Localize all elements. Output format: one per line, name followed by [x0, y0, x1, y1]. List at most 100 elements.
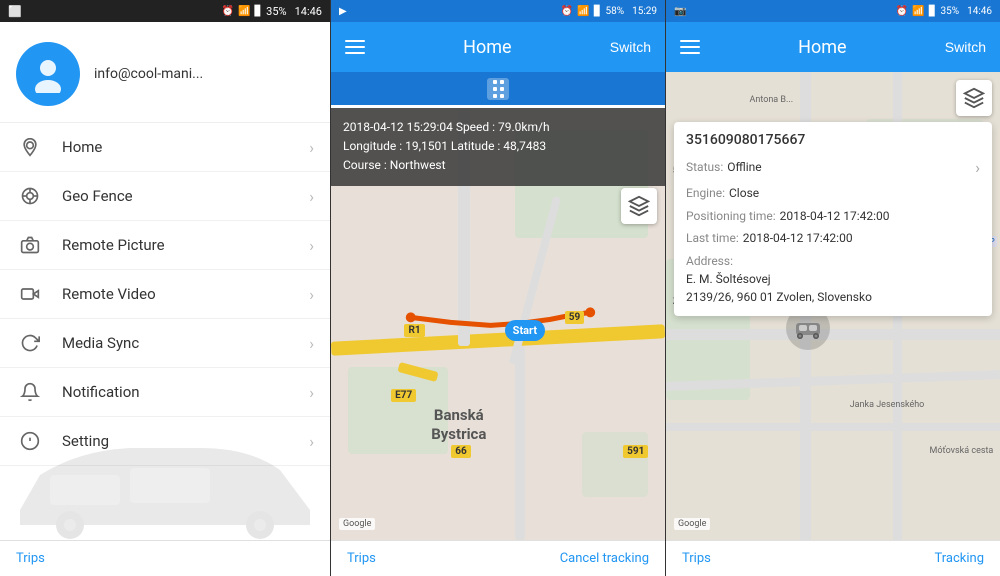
switch-button-3[interactable]: Switch — [945, 39, 986, 55]
time-3: 14:46 — [967, 6, 992, 17]
switch-button-2[interactable]: Switch — [610, 39, 651, 55]
status-bar-left-1: ⬜ — [8, 5, 22, 18]
menu-header: info@cool-mani... — [0, 22, 330, 123]
user-email: info@cool-mani... — [94, 66, 203, 82]
status-bar-1: ⬜ ⏰ 📶 ▊ 35% 14:46 — [0, 0, 330, 22]
tracking-panel: 📷 ⏰ 📶 ▊ 35% 14:46 Home Switch — [665, 0, 1000, 576]
video-status-icon: ▶ — [339, 6, 347, 17]
menu-item-remote-video[interactable]: Remote Video › — [0, 270, 330, 319]
positioning-label: Positioning time: — [686, 209, 776, 223]
map-area-3[interactable]: Železničná Janka Jesenského 5 maja Móťov… — [666, 72, 1000, 540]
lasttime-row: Last time:2018-04-12 17:42:00 — [686, 228, 980, 248]
fence-icon — [16, 186, 44, 206]
status-left-3: 📷 — [674, 6, 686, 17]
hamburger-button-3[interactable] — [680, 40, 700, 54]
app-header-2: Home Switch — [331, 22, 665, 72]
green-area-3 — [582, 432, 649, 497]
lasttime-value: 2018-04-12 17:42:00 — [743, 231, 853, 245]
info-line2: Longitude : 19,1501 Latitude : 48,7483 — [343, 137, 653, 156]
trip-panel: ▶ ⏰ 📶 ▊ 58% 15:29 Home Switch — [330, 0, 665, 576]
menu-item-home[interactable]: Home › — [0, 123, 330, 172]
status-value: Offline — [727, 160, 761, 174]
positioning-value: 2018-04-12 17:42:00 — [780, 209, 890, 223]
status-bar-right-1: ⏰ 📶 ▊ 35% 14:46 — [222, 5, 322, 18]
alarm-icon-3: ⏰ — [896, 6, 908, 17]
hamburger-line-2 — [345, 46, 365, 48]
google-logo-2: Google — [339, 518, 375, 530]
cam-status-icon: 📷 — [674, 6, 686, 17]
video-icon — [16, 284, 44, 304]
road-label-mofovska: Móťovská cesta — [929, 446, 993, 456]
app-footer-3: Trips Tracking — [666, 540, 1000, 576]
popup-chevron[interactable]: › — [975, 154, 980, 181]
start-label: Start — [505, 320, 545, 341]
battery-2: 58% — [606, 6, 625, 17]
cancel-tracking-link[interactable]: Cancel tracking — [560, 551, 649, 566]
start-marker: Start — [505, 320, 545, 341]
59-label: 59 — [565, 311, 584, 324]
home-label: Home — [62, 138, 309, 156]
tab-dots — [490, 77, 507, 101]
status-label: Status: — [686, 160, 723, 174]
status-bar-2: ▶ ⏰ 📶 ▊ 58% 15:29 — [331, 0, 665, 22]
address-row: Address: E. M. Šoltésovej2139/26, 960 01… — [686, 252, 980, 306]
time-2: 15:29 — [632, 6, 657, 17]
positioning-row: Positioning time: 2018-04-12 17:42:00 — [686, 206, 980, 226]
hamburger-line-3 — [345, 52, 365, 54]
menu-items-list: Home › Geo Fence › — [0, 123, 330, 576]
status-left-2: ▶ — [339, 6, 347, 17]
layers-button-3[interactable] — [956, 80, 992, 116]
layers-icon-3 — [963, 87, 985, 109]
status-right-3: ⏰ 📶 ▊ 35% 14:46 — [896, 6, 992, 17]
menu-panel: ⬜ ⏰ 📶 ▊ 35% 14:46 info@cool-mani... — [0, 0, 330, 576]
battery-icon: ▊ — [254, 6, 262, 17]
chevron-icon-media-sync: › — [309, 334, 314, 353]
trips-link-3[interactable]: Trips — [682, 551, 711, 566]
app-footer-2: Trips Cancel tracking — [331, 540, 665, 576]
menu-item-remote-picture[interactable]: Remote Picture › — [0, 221, 330, 270]
map-area-2[interactable]: 2018-04-12 15:29:04 Speed : 79.0km/h Lon… — [331, 108, 665, 540]
app-header-3: Home Switch — [666, 22, 1000, 72]
google-text-3: Google — [678, 519, 706, 529]
wifi-icon-3: 📶 — [912, 6, 924, 17]
engine-value: Close — [729, 186, 759, 200]
road-label-janka: Janka Jesenského — [850, 400, 925, 410]
bell-icon — [16, 382, 44, 402]
info-overlay-2: 2018-04-12 15:29:04 Speed : 79.0km/h Lon… — [331, 108, 665, 186]
trips-link-2[interactable]: Trips — [347, 551, 376, 566]
chevron-icon-remote-picture: › — [309, 236, 314, 255]
trips-link-1[interactable]: Trips — [16, 551, 45, 566]
city-label: BanskáBystrica — [431, 406, 486, 445]
hamburger-line-1 — [345, 40, 365, 42]
avatar — [16, 42, 80, 106]
sim-icon: ⬜ — [8, 5, 22, 18]
chevron-icon-setting: › — [309, 432, 314, 451]
r1-label: R1 — [404, 324, 424, 337]
alarm-icon-2: ⏰ — [561, 6, 573, 17]
remote-video-label: Remote Video — [62, 285, 309, 303]
google-text-2: Google — [343, 519, 371, 529]
sync-icon — [16, 333, 44, 353]
main-road-h — [666, 329, 1000, 340]
tracking-link[interactable]: Tracking — [934, 551, 984, 566]
66-label: 66 — [451, 445, 470, 458]
layers-icon — [628, 195, 650, 217]
vert-road-2 — [515, 346, 525, 540]
status-bar-3: 📷 ⏰ 📶 ▊ 35% 14:46 — [666, 0, 1000, 22]
device-info-popup: 351609080175667 Status:Offline › Engine:… — [674, 122, 992, 316]
geofence-label: Geo Fence — [62, 187, 309, 205]
info-line3: Course : Northwest — [343, 156, 653, 175]
menu-footer: Trips — [0, 540, 330, 576]
tab-list-view[interactable] — [331, 72, 665, 108]
location-icon — [16, 137, 44, 157]
menu-item-notification[interactable]: Notification › — [0, 368, 330, 417]
ham-line-3 — [680, 52, 700, 54]
menu-item-setting[interactable]: Setting › — [0, 417, 330, 466]
setting-label: Setting — [62, 432, 309, 450]
header-title-2: Home — [365, 37, 610, 58]
layers-button-2[interactable] — [621, 188, 657, 224]
menu-item-geofence[interactable]: Geo Fence › — [0, 172, 330, 221]
menu-item-media-sync[interactable]: Media Sync › — [0, 319, 330, 368]
hamburger-button-2[interactable] — [345, 40, 365, 54]
device-id: 351609080175667 — [686, 132, 980, 148]
